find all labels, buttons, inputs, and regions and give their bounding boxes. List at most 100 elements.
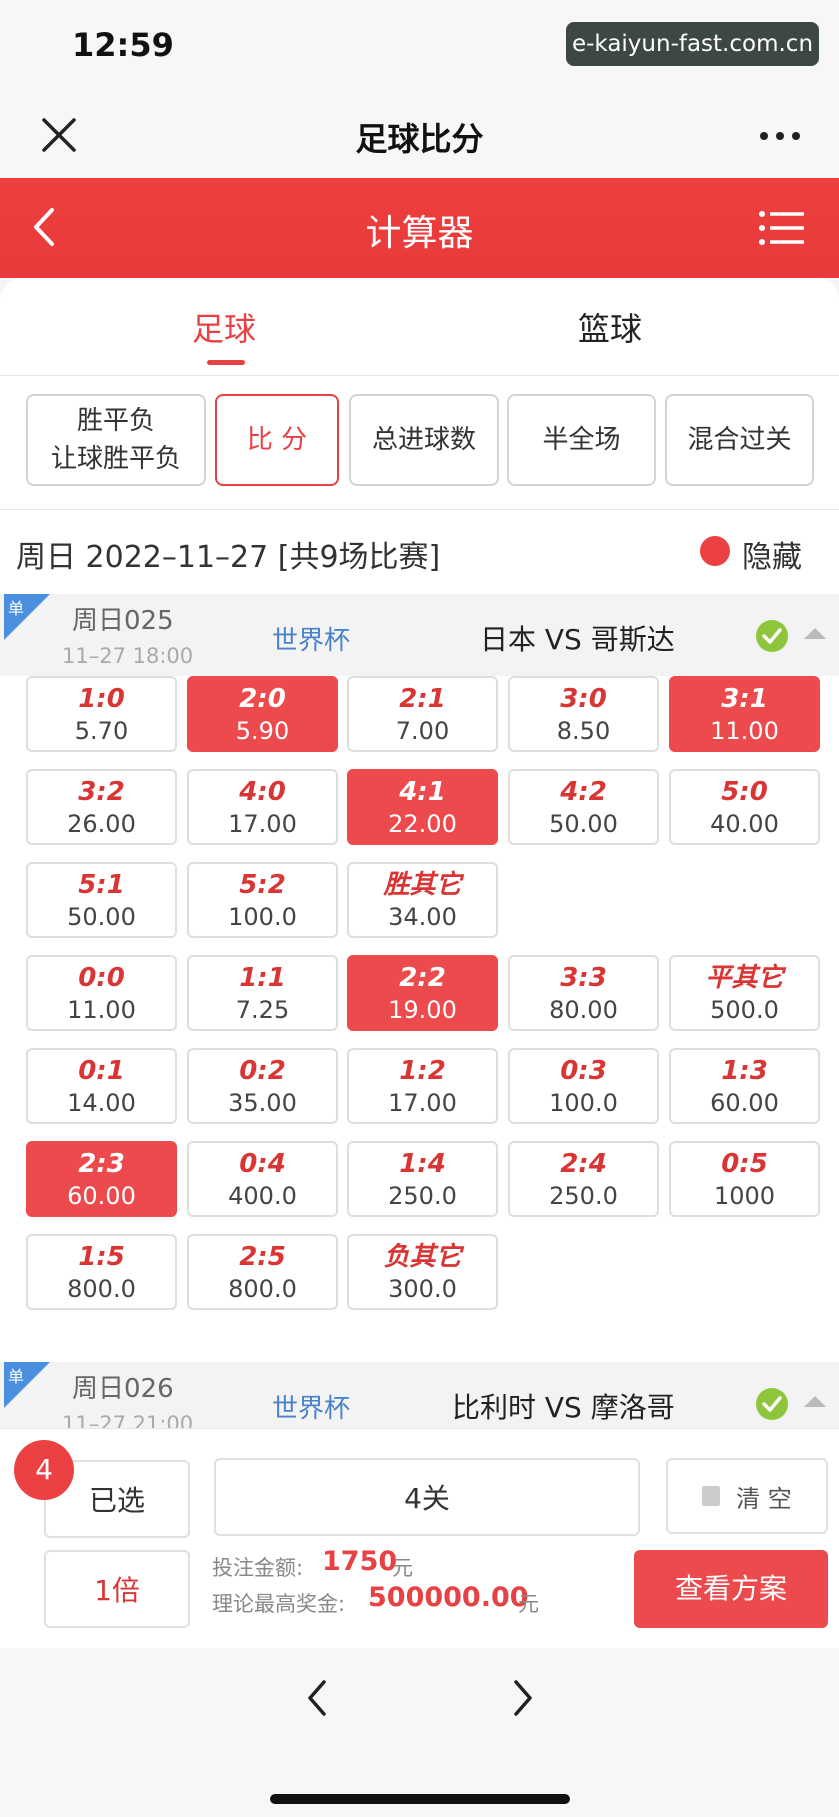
score-option[interactable]: 1:3 60.00	[669, 1048, 820, 1124]
score-option[interactable]: 4:0 17.00	[187, 769, 338, 845]
score-option[interactable]: 胜其它 34.00	[347, 862, 498, 938]
score-label: 1:1	[239, 963, 286, 993]
odds-value: 34.00	[388, 903, 457, 931]
match-header[interactable]: 单 周日026 11–27 21:00 世界杯 比利时 VS 摩洛哥	[0, 1362, 839, 1428]
score-option[interactable]: 1:2 17.00	[347, 1048, 498, 1124]
score-option[interactable]: 4:1 22.00	[347, 769, 498, 845]
score-option[interactable]: 2:0 5.90	[187, 676, 338, 752]
check-icon[interactable]	[756, 620, 788, 652]
score-option[interactable]: 2:4 250.0	[508, 1141, 659, 1217]
play-type-half-full[interactable]: 半全场	[507, 394, 656, 486]
play-type-score[interactable]: 比 分	[215, 394, 339, 486]
score-label: 0:5	[721, 1149, 768, 1179]
odds-value: 11.00	[67, 996, 136, 1024]
multiplier-input[interactable]: 1倍	[44, 1550, 190, 1628]
score-label: 2:0	[239, 684, 286, 714]
odds-value: 50.00	[67, 903, 136, 931]
score-label: 4:2	[560, 777, 607, 807]
score-option[interactable]: 2:5 800.0	[187, 1234, 338, 1310]
chevron-right-icon[interactable]	[506, 1674, 540, 1722]
odds-value: 19.00	[388, 996, 457, 1024]
max-prize-value: 500000.00	[368, 1582, 529, 1613]
pass-type-select[interactable]: 4关	[214, 1458, 640, 1536]
tab-basketball[interactable]: 篮球	[578, 304, 642, 350]
score-option[interactable]: 0:1 14.00	[26, 1048, 177, 1124]
view-plan-button[interactable]: 查看方案	[634, 1550, 828, 1628]
play-type-total-goals[interactable]: 总进球数	[349, 394, 499, 486]
clear-button[interactable]: 清 空	[666, 1458, 828, 1534]
odds-value: 400.0	[228, 1182, 297, 1210]
score-option[interactable]: 5:1 50.00	[26, 862, 177, 938]
score-option[interactable]: 2:2 19.00	[347, 955, 498, 1031]
check-icon[interactable]	[756, 1388, 788, 1420]
score-option[interactable]: 3:1 11.00	[669, 676, 820, 752]
score-option[interactable]: 0:2 35.00	[187, 1048, 338, 1124]
match-week-no: 周日025	[72, 606, 174, 636]
sport-tabs: 足球 篮球	[0, 278, 839, 376]
more-icon[interactable]	[756, 116, 804, 156]
score-option[interactable]: 2:1 7.00	[347, 676, 498, 752]
collapse-arrow-icon[interactable]	[804, 1396, 826, 1407]
odds-value: 60.00	[67, 1182, 136, 1210]
score-label: 0:1	[78, 1056, 125, 1086]
play-type-label: 比 分	[246, 425, 308, 455]
single-badge-icon: 单	[4, 1362, 50, 1408]
odds-value: 800.0	[67, 1275, 136, 1303]
score-option[interactable]: 3:2 26.00	[26, 769, 177, 845]
score-label: 3:3	[560, 963, 607, 993]
score-label: 2:3	[78, 1149, 125, 1179]
play-type-label: 胜平负	[76, 406, 155, 436]
date-header: 周日 2022–11–27 [共9场比赛] 隐藏	[0, 510, 839, 594]
hide-label[interactable]: 隐藏	[742, 532, 802, 576]
browser-toolbar	[0, 1648, 839, 1817]
hide-toggle-dot-icon[interactable]	[700, 536, 730, 566]
status-bar: 12:59 e-kaiyun-fast.com.cn	[0, 0, 839, 96]
score-option[interactable]: 负其它 300.0	[347, 1234, 498, 1310]
match-week-no: 周日026	[72, 1374, 174, 1404]
play-type-mixed[interactable]: 混合过关	[665, 394, 814, 486]
score-option[interactable]: 4:2 50.00	[508, 769, 659, 845]
single-badge-text: 单	[8, 1367, 24, 1386]
score-odds-grid: 1:0 5.70 2:0 5.90 2:1 7.00 3:0 8.50 3:1 11.00 3:2 2…	[0, 676, 839, 1356]
score-label: 5:2	[239, 870, 286, 900]
score-option[interactable]: 1:4 250.0	[347, 1141, 498, 1217]
score-option[interactable]: 0:5 1000	[669, 1141, 820, 1217]
odds-value: 250.0	[388, 1182, 457, 1210]
score-label: 5:1	[78, 870, 125, 900]
stake-unit: 元	[392, 1556, 413, 1580]
score-option[interactable]: 1:0 5.70	[26, 676, 177, 752]
score-option[interactable]: 1:5 800.0	[26, 1234, 177, 1310]
chevron-left-icon[interactable]	[300, 1674, 334, 1722]
odds-value: 5.70	[74, 717, 129, 745]
score-label: 2:4	[560, 1149, 607, 1179]
score-option[interactable]: 0:4 400.0	[187, 1141, 338, 1217]
list-menu-icon[interactable]	[758, 208, 806, 248]
odds-value: 1000	[713, 1182, 776, 1210]
score-option[interactable]: 5:0 40.00	[669, 769, 820, 845]
match-header[interactable]: 单 周日025 11–27 18:00 世界杯 日本 VS 哥斯达	[0, 594, 839, 676]
score-option[interactable]: 3:0 8.50	[508, 676, 659, 752]
score-option[interactable]: 3:3 80.00	[508, 955, 659, 1031]
score-label: 0:2	[239, 1056, 286, 1086]
score-option[interactable]: 平其它 500.0	[669, 955, 820, 1031]
stake-value: 1750	[322, 1546, 398, 1577]
play-type-label: 让球胜平负	[50, 444, 181, 474]
score-label: 胜其它	[383, 870, 462, 900]
play-type-label: 半全场	[542, 425, 621, 455]
tab-football[interactable]: 足球	[192, 304, 256, 350]
score-option[interactable]: 0:0 11.00	[26, 955, 177, 1031]
odds-value: 50.00	[549, 810, 618, 838]
score-label: 1:4	[399, 1149, 446, 1179]
collapse-arrow-icon[interactable]	[804, 628, 826, 639]
match-league: 世界杯	[272, 626, 351, 656]
match-time: 11–27 18:00	[62, 644, 194, 668]
play-type-win-draw-loss[interactable]: 胜平负 让球胜平负	[26, 394, 206, 486]
score-option[interactable]: 1:1 7.25	[187, 955, 338, 1031]
score-label: 1:0	[78, 684, 125, 714]
score-option[interactable]: 2:3 60.00	[26, 1141, 177, 1217]
status-time: 12:59	[72, 26, 174, 64]
score-option[interactable]: 0:3 100.0	[508, 1048, 659, 1124]
play-type-label: 混合过关	[687, 425, 792, 455]
odds-value: 7.00	[395, 717, 450, 745]
score-option[interactable]: 5:2 100.0	[187, 862, 338, 938]
